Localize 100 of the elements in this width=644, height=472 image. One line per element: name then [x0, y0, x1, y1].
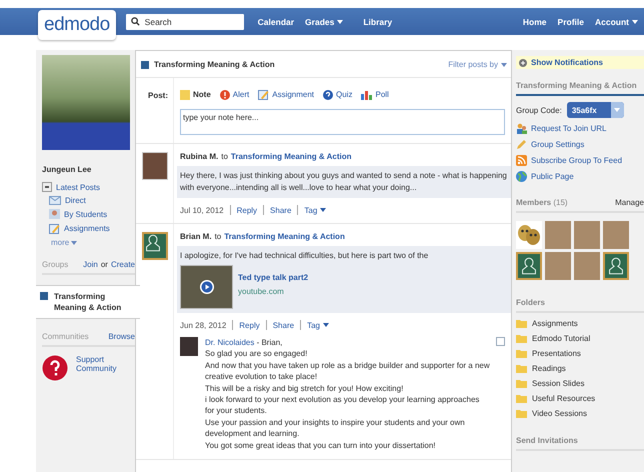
nav-link[interactable]: Calendar: [258, 16, 294, 26]
folder-link[interactable]: Presentations: [516, 349, 644, 358]
manage-link[interactable]: Manage: [615, 198, 644, 207]
post-type-tab[interactable]: Note: [180, 89, 211, 100]
post-type-tab[interactable]: Poll: [361, 89, 389, 100]
bar-chart-icon: [361, 90, 372, 100]
video-thumbnail-placeholder[interactable]: [180, 265, 233, 309]
post-action-link[interactable]: Reply: [236, 206, 258, 214]
post-label: Post:: [148, 91, 168, 102]
community-link[interactable]: Support Community: [42, 355, 135, 381]
folder-icon: [516, 409, 527, 418]
group-code-label: Group Code:: [516, 106, 562, 114]
folder-icon: [516, 394, 527, 403]
pencil-paper-icon: [258, 89, 270, 100]
nav-link[interactable]: Home: [522, 16, 547, 26]
nav-link[interactable]: Library: [363, 16, 392, 26]
post-action-link[interactable]: Share: [270, 206, 292, 214]
group-square-icon: [40, 292, 48, 300]
collapse-toggle[interactable]: [496, 337, 505, 346]
edmodo-logo[interactable]: edmodo: [38, 10, 116, 40]
create-link[interactable]: Create: [110, 260, 135, 269]
folder-link[interactable]: Assignments: [516, 319, 644, 328]
feed-link[interactable]: Direct: [49, 196, 135, 205]
search-icon: [130, 17, 140, 26]
question-mark-icon: [42, 355, 68, 381]
group-link[interactable]: Subscribe Group To Feed: [516, 155, 644, 166]
play-icon: [200, 280, 214, 294]
browse-link[interactable]: Browse: [108, 332, 135, 341]
caret-icon: [614, 108, 620, 112]
group-code-dropdown[interactable]: 35a6fx: [566, 102, 624, 118]
avatar-photo-placeholder: [180, 337, 198, 356]
list-icon: [42, 182, 52, 192]
group-link[interactable]: Transforming Meaning & Action: [230, 152, 352, 161]
post-type-tab[interactable]: Quiz: [323, 89, 352, 100]
section-title: Folders: [516, 298, 545, 307]
filter-dropdown[interactable]: Filter posts by: [448, 60, 507, 69]
nav-link[interactable]: Account: [595, 16, 638, 26]
alert-icon: [220, 90, 230, 100]
post-author[interactable]: Brian M.: [180, 232, 212, 241]
pencil-icon: [516, 139, 527, 150]
folder-icon: [516, 364, 527, 373]
group-title: Transforming Meaning & Action: [154, 60, 275, 69]
post-action-link[interactable]: Tag: [307, 320, 329, 330]
member-avatar[interactable]: [603, 252, 629, 280]
post-action-link[interactable]: Reply: [239, 320, 260, 330]
group-tab[interactable]: Transforming Meaning & Action: [36, 285, 140, 319]
to-text: to: [214, 232, 222, 241]
envelope-icon: [49, 196, 61, 205]
post-action-link[interactable]: Tag: [304, 206, 326, 214]
video-link[interactable]: Ted type talk part2: [238, 272, 308, 284]
post-text: Hey there, I was just thinking about you guys and wanted to send a note - what is happening with everyone...intending all is well...love to hear what your doing...: [180, 170, 508, 194]
post-type-tab[interactable]: Assignment: [258, 89, 314, 100]
note-icon: [180, 90, 190, 100]
feed-link[interactable]: Assignments: [49, 223, 135, 234]
nav-link[interactable]: Profile: [558, 16, 584, 26]
section-title: Members (15): [516, 198, 568, 207]
caret-icon: [320, 208, 326, 212]
student-icon: [49, 209, 60, 219]
or-text: or: [100, 260, 108, 269]
post-text: I apologize, for I've had technical difficulties, but here is part two of the: [180, 250, 430, 262]
folder-link[interactable]: Readings: [516, 364, 644, 373]
post-action-link[interactable]: Share: [272, 320, 294, 330]
search-field[interactable]: Search: [126, 14, 244, 30]
folder-link[interactable]: Useful Resources: [516, 394, 644, 403]
folder-icon: [516, 379, 527, 388]
plus-icon: [519, 58, 527, 66]
group-link[interactable]: Group Settings: [516, 139, 644, 150]
feed-link[interactable]: By Students: [49, 209, 135, 219]
group-link[interactable]: Request To Join URL: [516, 123, 644, 134]
show-notifications-link[interactable]: Show Notifications: [516, 56, 644, 69]
folder-link[interactable]: Edmodo Tutorial: [516, 334, 644, 343]
section-title: Groups: [42, 260, 68, 269]
post-date: Jun 28, 2012: [180, 320, 226, 330]
folder-link[interactable]: Video Sessions: [516, 409, 644, 418]
group-link[interactable]: Public Page: [516, 171, 644, 182]
post-author[interactable]: Rubina M.: [180, 152, 218, 161]
video-source: youtube.com: [238, 286, 285, 298]
member-avatar[interactable]: [516, 252, 542, 280]
caret-icon: [632, 20, 638, 24]
member-avatar[interactable]: [516, 221, 542, 249]
person-silhouette-icon: [607, 257, 625, 275]
question-icon: [323, 90, 334, 100]
reply-author-link[interactable]: Dr. Nicolaides: [205, 338, 254, 347]
pencil-paper-icon: [49, 223, 60, 234]
avatar-photo-placeholder: [142, 152, 168, 180]
folder-link[interactable]: Session Slides: [516, 379, 644, 388]
caret-icon: [322, 323, 329, 327]
feed-link[interactable]: Latest Posts: [42, 182, 135, 192]
join-link[interactable]: Join: [83, 260, 98, 269]
caret-icon: [501, 62, 507, 66]
user-name: Jungeun Lee: [42, 165, 92, 174]
reply-text: Dr. Nicolaides - Brian, So glad you are so engaged! And now that you have taken up role as a bridge builder and supporter for a new creative evolution to take place! This will be a risky and big stretch for you! How exciting! i look forward to your next evolution as you develop your learning approaches for your students. Use your passion and your insights to inspire your students and your own development and learning. You got some great ideas that you can turn into your dissertation!: [205, 337, 490, 452]
group-link[interactable]: Transforming Meaning & Action: [224, 232, 345, 241]
nav-link[interactable]: Grades: [305, 16, 344, 26]
section-title: Send Invitations: [516, 436, 578, 445]
post-type-tab[interactable]: Alert: [220, 89, 250, 100]
people-icon: [516, 123, 527, 134]
person-silhouette-icon: [520, 257, 538, 275]
note-input-field[interactable]: type your note here...: [180, 109, 505, 135]
folder-icon: [516, 319, 527, 328]
